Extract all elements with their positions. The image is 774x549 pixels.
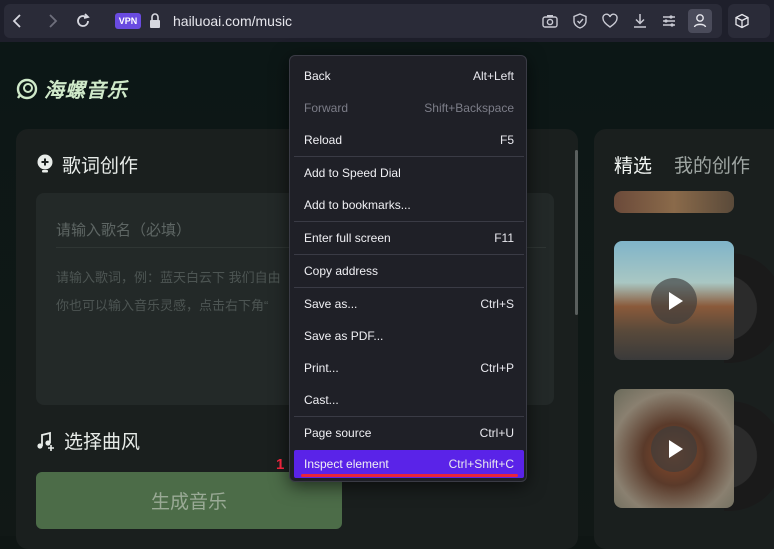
menu-separator xyxy=(294,254,524,255)
lightbulb-icon xyxy=(37,154,53,172)
menu-separator xyxy=(294,416,524,417)
vpn-badge[interactable]: VPN xyxy=(115,13,141,29)
menu-item-print[interactable]: Print... Ctrl+P xyxy=(294,354,524,382)
lyrics-section-title: 歌词创作 xyxy=(36,151,138,178)
camera-icon[interactable] xyxy=(541,12,559,30)
menu-item-back[interactable]: Back Alt+Left xyxy=(294,62,524,90)
lock-icon[interactable] xyxy=(148,12,162,30)
menu-separator xyxy=(294,287,524,288)
conch-logo-icon xyxy=(16,78,38,99)
menu-item-reload[interactable]: Reload F5 xyxy=(294,126,524,154)
menu-item-full-screen[interactable]: Enter full screen F11 xyxy=(294,224,524,252)
style-section-title: 选择曲风 xyxy=(36,427,140,454)
app-logo[interactable]: 海螺音乐 xyxy=(16,74,128,103)
music-note-icon xyxy=(37,431,54,451)
tab-my-creations[interactable]: 我的创作 xyxy=(674,151,750,178)
back-icon[interactable] xyxy=(8,11,28,31)
extensions-button[interactable] xyxy=(728,4,770,38)
menu-item-save-pdf[interactable]: Save as PDF... xyxy=(294,322,524,350)
shield-icon[interactable] xyxy=(571,12,589,30)
reload-icon[interactable] xyxy=(73,11,93,31)
play-icon[interactable] xyxy=(651,426,697,472)
heart-icon[interactable] xyxy=(601,12,619,30)
menu-item-save-as[interactable]: Save as... Ctrl+S xyxy=(294,290,524,318)
menu-separator xyxy=(294,221,524,222)
menu-item-add-speed-dial[interactable]: Add to Speed Dial xyxy=(294,159,524,187)
song-name-input[interactable]: 请输入歌名（必填） xyxy=(56,219,191,240)
scrollbar[interactable] xyxy=(575,150,578,315)
download-icon[interactable] xyxy=(631,12,649,30)
cube-icon xyxy=(735,13,749,29)
easy-setup-icon[interactable] xyxy=(660,12,678,30)
menu-item-page-source[interactable]: Page source Ctrl+U xyxy=(294,419,524,447)
user-icon xyxy=(693,14,707,28)
profile-button[interactable] xyxy=(688,9,712,33)
context-menu: Back Alt+Left Forward Shift+Backspace Relo… xyxy=(289,55,527,482)
song-cover[interactable] xyxy=(614,241,734,360)
logo-text: 海螺音乐 xyxy=(44,80,128,102)
url-field[interactable]: hailuoai.com/music xyxy=(173,13,292,29)
menu-item-cast[interactable]: Cast... xyxy=(294,386,524,414)
tab-featured[interactable]: 精选 xyxy=(614,151,652,178)
menu-item-copy-address[interactable]: Copy address xyxy=(294,257,524,285)
menu-item-forward[interactable]: Forward Shift+Backspace xyxy=(294,94,524,122)
gallery-panel: 精选 我的创作 xyxy=(594,129,774,549)
annotation-underline xyxy=(301,474,518,477)
forward-icon[interactable] xyxy=(42,11,62,31)
annotation-marker: 1 xyxy=(276,456,285,473)
song-cover[interactable] xyxy=(614,191,734,213)
menu-separator xyxy=(294,156,524,157)
song-cover[interactable] xyxy=(614,389,734,508)
menu-item-add-bookmarks[interactable]: Add to bookmarks... xyxy=(294,191,524,219)
browser-toolbar: VPN hailuoai.com/music xyxy=(0,0,774,42)
play-icon[interactable] xyxy=(651,278,697,324)
